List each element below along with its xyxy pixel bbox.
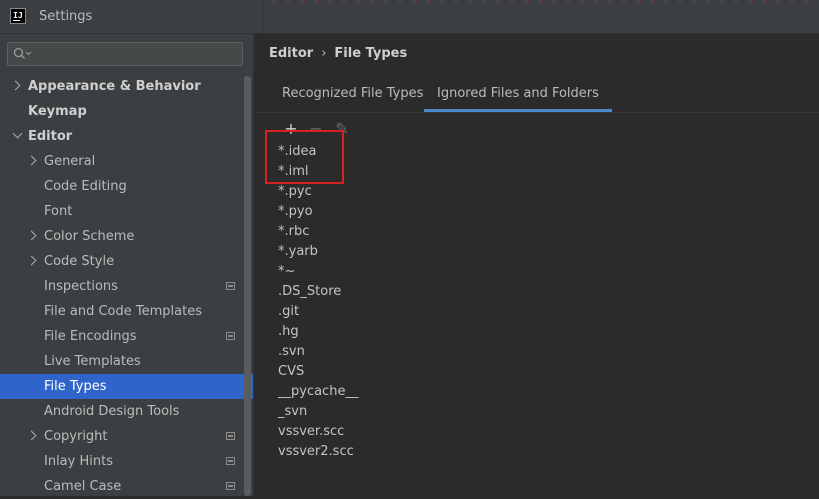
settings-search-box[interactable] [7, 42, 243, 66]
list-item[interactable]: .svn [278, 342, 305, 362]
search-input[interactable] [34, 45, 234, 63]
list-item[interactable]: _svn [278, 402, 307, 422]
sidebar-item[interactable]: Keymap [0, 99, 244, 124]
sidebar-item[interactable]: File Types [0, 374, 253, 399]
breadcrumb-current: File Types [334, 46, 408, 61]
sidebar-item[interactable]: Code Style [0, 249, 244, 274]
sidebar-item[interactable]: File and Code Templates [0, 299, 244, 324]
sidebar-item[interactable]: Inspections [0, 274, 244, 299]
sidebar-item-label: Appearance & Behavior [28, 79, 201, 94]
list-item[interactable]: *.pyc [278, 182, 312, 202]
chevron-right-icon[interactable] [26, 430, 37, 441]
sidebar-item[interactable]: Editor [0, 124, 244, 149]
breadcrumb: Editor › File Types [269, 46, 407, 61]
project-level-icon [226, 432, 235, 440]
sidebar-item-label: Camel Case [44, 479, 122, 494]
sidebar-item[interactable]: File Encodings [0, 324, 244, 349]
annotation-highlight-box [265, 130, 344, 184]
tab-label: Ignored Files and Folders [437, 86, 599, 101]
sidebar-item-label: Code Editing [44, 179, 127, 194]
search-icon [13, 47, 32, 59]
list-item[interactable]: .git [278, 302, 299, 322]
chevron-right-icon[interactable] [26, 230, 37, 241]
sidebar-item[interactable]: Color Scheme [0, 224, 244, 249]
list-item[interactable]: __pycache__ [278, 382, 358, 402]
list-item[interactable]: vssver.scc [278, 422, 344, 442]
sidebar-item[interactable]: Appearance & Behavior [0, 74, 244, 99]
list-item[interactable]: vssver2.scc [278, 442, 354, 462]
settings-sidebar: Appearance & Behavior Keymap Editor General… [0, 34, 253, 496]
project-level-icon [226, 332, 235, 340]
project-level-icon [226, 457, 235, 465]
tab-label: Recognized File Types [282, 86, 424, 101]
chevron-right-icon[interactable] [26, 155, 37, 166]
sidebar-item[interactable]: Live Templates [0, 349, 244, 374]
sidebar-item-label: File Encodings [44, 329, 137, 344]
sidebar-item[interactable]: Code Editing [0, 174, 244, 199]
sidebar-item[interactable]: General [0, 149, 244, 174]
tab-ignored-files-and-folders[interactable]: Ignored Files and Folders [424, 80, 612, 112]
list-item[interactable]: *.rbc [278, 222, 309, 242]
file-types-panel: Editor › File Types Recognized File Types … [254, 34, 819, 496]
sidebar-item-label: Font [44, 204, 73, 219]
list-item[interactable]: *.yarb [278, 242, 318, 262]
sidebar-item-label: File Types [44, 379, 107, 394]
chevron-right-icon[interactable] [26, 255, 37, 266]
sidebar-item-label: Color Scheme [44, 229, 135, 244]
sidebar-item[interactable]: Android Design Tools [0, 399, 244, 424]
title-bar: IJ Settings [0, 0, 819, 34]
sidebar-scrollbar[interactable] [244, 76, 251, 496]
sidebar-item-label: Copyright [44, 429, 108, 444]
list-item[interactable]: .DS_Store [278, 282, 341, 302]
chevron-right-icon[interactable] [10, 80, 21, 91]
sidebar-item-label: Editor [28, 129, 73, 144]
sidebar-item[interactable]: Copyright [0, 424, 244, 449]
project-level-icon [226, 482, 235, 490]
tab-divider [254, 112, 819, 113]
list-item[interactable]: *.pyo [278, 202, 313, 222]
project-level-icon [226, 282, 235, 290]
title-divider [262, 0, 263, 34]
sidebar-item-label: Inlay Hints [44, 454, 113, 469]
background-editor-strip [263, 0, 819, 3]
list-item[interactable]: CVS [278, 362, 304, 382]
breadcrumb-parent[interactable]: Editor [269, 46, 313, 61]
breadcrumb-separator-icon: › [321, 46, 327, 61]
list-item[interactable]: .hg [278, 322, 299, 342]
tab-recognized-file-types[interactable]: Recognized File Types [282, 80, 423, 110]
sidebar-item-label: Inspections [44, 279, 118, 294]
sidebar-item[interactable]: Inlay Hints [0, 449, 244, 474]
sidebar-item-label: File and Code Templates [44, 304, 202, 319]
sidebar-item-label: Keymap [28, 104, 87, 119]
sidebar-item-label: Code Style [44, 254, 115, 269]
sidebar-item[interactable]: Font [0, 199, 244, 224]
intellij-logo-icon: IJ [10, 8, 26, 24]
app-icon-text: IJ [13, 11, 23, 20]
sidebar-item[interactable]: Camel Case [0, 474, 244, 499]
chevron-down-icon[interactable] [12, 128, 23, 139]
sidebar-item-label: General [44, 154, 96, 169]
list-item[interactable]: *~ [278, 262, 295, 282]
sidebar-item-label: Android Design Tools [44, 404, 180, 419]
window-title: Settings [39, 9, 93, 24]
sidebar-item-label: Live Templates [44, 354, 141, 369]
